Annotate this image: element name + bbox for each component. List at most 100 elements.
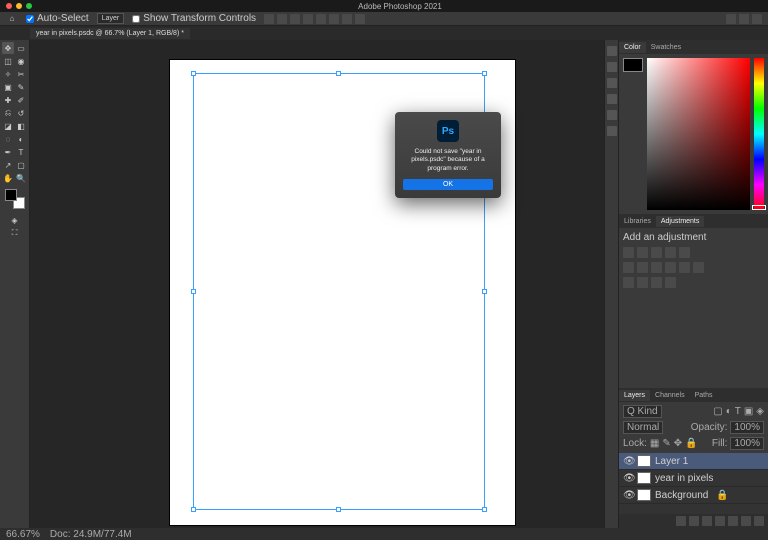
eyedropper-tool-icon[interactable]: ✎ (15, 81, 27, 93)
filter-adjust-icon[interactable]: ◐ (726, 406, 732, 417)
auto-select-checkbox[interactable]: Auto-Select (26, 13, 89, 24)
lasso-tool-icon[interactable]: ◉ (15, 55, 27, 67)
layer-name[interactable]: Background (655, 490, 708, 501)
stamp-tool-icon[interactable]: ⎌ (2, 107, 14, 119)
lock-all-icon[interactable]: 🔒 (685, 438, 697, 449)
layer-row[interactable]: 👁 Layer 1 (619, 453, 768, 470)
exposure-icon[interactable] (665, 247, 676, 258)
lock-pixels-icon[interactable]: ✎ (662, 438, 670, 449)
new-fill-icon[interactable] (715, 516, 725, 526)
new-layer-icon[interactable] (741, 516, 751, 526)
align-right-icon[interactable] (290, 14, 300, 24)
path-tool-icon[interactable]: ↗ (2, 159, 14, 171)
panel-icon[interactable] (607, 78, 617, 88)
filter-shape-icon[interactable]: ▣ (744, 406, 753, 417)
panel-icon[interactable] (607, 46, 617, 56)
move-tool-icon[interactable]: ✥ (2, 42, 14, 54)
crop-tool-icon[interactable]: ✂ (15, 68, 27, 80)
screenmode-icon[interactable]: ⛶ (9, 227, 21, 239)
curves-icon[interactable] (651, 247, 662, 258)
tab-libraries[interactable]: Libraries (619, 216, 656, 227)
quickmask-icon[interactable]: ◈ (9, 214, 21, 226)
transform-handle[interactable] (482, 507, 487, 512)
distribute-icon[interactable] (342, 14, 352, 24)
color-field[interactable] (647, 58, 750, 210)
frame-tool-icon[interactable]: ▣ (2, 81, 14, 93)
tab-adjustments[interactable]: Adjustments (656, 216, 705, 227)
close-window-icon[interactable] (6, 3, 12, 9)
photo-filter-icon[interactable] (651, 262, 662, 273)
visibility-icon[interactable]: 👁 (623, 473, 633, 484)
blur-tool-icon[interactable]: ◌ (2, 133, 14, 145)
tab-paths[interactable]: Paths (690, 390, 718, 401)
visibility-icon[interactable]: 👁 (623, 490, 633, 501)
layer-name[interactable]: year in pixels (655, 473, 713, 484)
transform-handle[interactable] (482, 71, 487, 76)
transform-handle[interactable] (482, 289, 487, 294)
vibrance-icon[interactable] (679, 247, 690, 258)
layer-row[interactable]: 👁 Background 🔒 (619, 487, 768, 504)
panel-icon[interactable] (607, 126, 617, 136)
minimize-window-icon[interactable] (16, 3, 22, 9)
hue-slider[interactable] (754, 58, 764, 210)
delete-layer-icon[interactable] (754, 516, 764, 526)
show-transform-checkbox[interactable]: Show Transform Controls (132, 13, 256, 24)
gradient-map-icon[interactable] (651, 277, 662, 288)
lock-position-icon[interactable]: ✥ (674, 438, 682, 449)
tab-color[interactable]: Color (619, 42, 646, 53)
tab-swatches[interactable]: Swatches (646, 42, 686, 53)
transform-handle[interactable] (191, 71, 196, 76)
visibility-icon[interactable]: 👁 (623, 456, 633, 467)
panel-icon[interactable] (607, 62, 617, 72)
eraser-tool-icon[interactable]: ◪ (2, 120, 14, 132)
marquee-tool-icon[interactable]: ◫ (2, 55, 14, 67)
fill-value[interactable]: 100% (730, 437, 764, 450)
opacity-value[interactable]: 100% (730, 421, 764, 434)
new-group-icon[interactable] (728, 516, 738, 526)
channel-mixer-icon[interactable] (665, 262, 676, 273)
gradient-tool-icon[interactable]: ◧ (15, 120, 27, 132)
layer-thumb[interactable] (637, 472, 651, 484)
more-icon[interactable] (355, 14, 365, 24)
brightness-icon[interactable] (623, 247, 634, 258)
align-center-icon[interactable] (277, 14, 287, 24)
transform-handle[interactable] (191, 507, 196, 512)
color-swatch[interactable] (623, 58, 643, 72)
hue-icon[interactable] (623, 262, 634, 273)
zoom-level[interactable]: 66.67% (6, 529, 40, 540)
filter-type-icon[interactable]: T (735, 406, 741, 417)
foreground-background-color[interactable] (5, 189, 25, 209)
blend-mode[interactable]: Normal (623, 421, 663, 434)
panel-icon[interactable] (607, 94, 617, 104)
layer-thumb[interactable] (637, 489, 651, 501)
auto-select-target[interactable]: Layer (97, 13, 125, 24)
layer-style-icon[interactable] (689, 516, 699, 526)
layer-mask-icon[interactable] (702, 516, 712, 526)
levels-icon[interactable] (637, 247, 648, 258)
tab-layers[interactable]: Layers (619, 390, 650, 401)
transform-handle[interactable] (336, 507, 341, 512)
wand-tool-icon[interactable]: ✧ (2, 68, 14, 80)
canvas[interactable]: Calendar (30, 40, 604, 528)
type-tool-icon[interactable]: T (15, 146, 27, 158)
posterize-icon[interactable] (623, 277, 634, 288)
home-icon[interactable]: ⌂ (6, 13, 18, 25)
zoom-tool-icon[interactable]: 🔍 (15, 172, 27, 184)
workspace-icon[interactable] (752, 14, 762, 24)
layer-name[interactable]: Layer 1 (655, 456, 688, 467)
transform-handle[interactable] (191, 289, 196, 294)
share-icon[interactable] (726, 14, 736, 24)
foreground-color-swatch[interactable] (5, 189, 17, 201)
transform-handle[interactable] (336, 71, 341, 76)
shape-tool-icon[interactable]: ▢ (15, 159, 27, 171)
align-bottom-icon[interactable] (329, 14, 339, 24)
layer-thumb[interactable] (637, 455, 651, 467)
selective-color-icon[interactable] (665, 277, 676, 288)
layer-filter[interactable]: Q Kind (623, 405, 662, 418)
document-tab[interactable]: year in pixels.psdc @ 66.7% (Layer 1, RG… (30, 28, 190, 39)
lock-transparent-icon[interactable]: ▦ (650, 438, 659, 449)
ok-button[interactable]: OK (403, 179, 493, 190)
bw-icon[interactable] (637, 262, 648, 273)
filter-pixel-icon[interactable]: ▢ (713, 406, 722, 417)
dodge-tool-icon[interactable]: ◐ (15, 133, 27, 145)
